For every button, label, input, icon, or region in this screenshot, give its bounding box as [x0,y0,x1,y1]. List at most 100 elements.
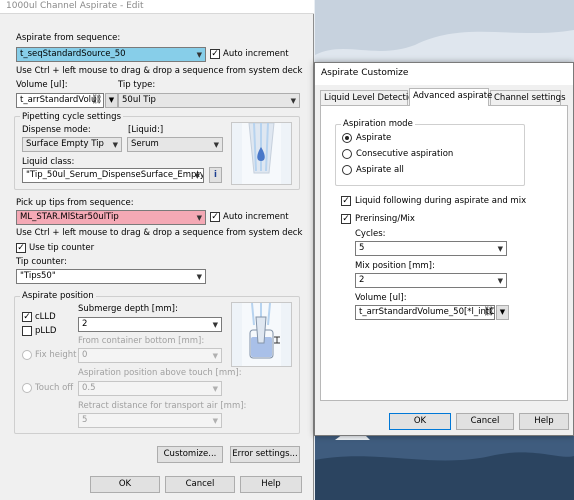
cancel-button[interactable]: Cancel [165,476,235,493]
mix-position-select[interactable]: 2 ▼ [355,273,507,288]
aspirate-edit-window: 1000ul Channel Aspirate - Edit Aspirate … [0,0,314,500]
mode-aspirate-all-radio[interactable] [342,165,352,175]
chevron-down-icon: ▼ [212,385,218,393]
tip-counter-value: "Tips50" [20,271,56,281]
advanced-aspirate-panel: Aspiration mode Aspirate Consecutive asp… [320,105,568,401]
tab-channel-settings[interactable]: Channel settings [490,90,566,105]
auto-increment-tips-checkbox[interactable]: ✓ [210,212,220,222]
link-icon[interactable]: ⛓ [483,307,494,317]
error-settings-button[interactable]: Error settings... [230,446,300,463]
aspirate-position-label: Aspirate position [20,291,96,301]
liquid-class-select[interactable]: "Tip_50ul_Serum_DispenseSurface_Empty" ▼ [22,168,204,183]
retract-value: 5 [82,415,88,425]
drag-hint: Use Ctrl + left mouse to drag & drop a s… [16,66,303,76]
mix-volume-value: t_arrStandardVolume_50[*l_intC [359,307,495,317]
from-bottom-value: 0 [82,350,88,360]
tip-counter-select[interactable]: "Tips50" ▼ [16,269,206,284]
chevron-down-icon: ▼ [497,277,503,285]
tip-type-select[interactable]: 50ul Tip ▼ [118,93,300,108]
liquid-following-checkbox[interactable]: ✓ [341,196,351,206]
prerinsing-checkbox[interactable]: ✓ [341,214,351,224]
above-touch-select[interactable]: 0.5 ▼ [78,381,222,396]
mix-position-value: 2 [359,275,365,285]
pickup-sequence-select[interactable]: ML_STAR.MlStar50ulTip ▼ [16,210,206,225]
ok-button[interactable]: OK [90,476,160,493]
chevron-down-icon: ▼ [499,308,506,316]
touch-off-radio[interactable] [22,383,32,393]
mix-position-label: Mix position [mm]: [355,261,435,271]
tab-liquid-level-detection[interactable]: Liquid Level Detection [320,90,419,105]
chevron-down-icon: ▼ [213,141,219,149]
auto-increment-checkbox[interactable]: ✓ [210,49,220,59]
submerge-illustration [231,302,292,367]
aspirate-sequence-select[interactable]: t_seqStandardSource_50 ▼ [16,47,206,62]
pipette-tip-icon [242,122,281,184]
link-icon[interactable]: ⛓ [91,95,102,105]
auto-increment-tips-label: Auto increment [223,212,289,222]
mode-aspirate-label: Aspirate [356,133,392,143]
auto-increment-label: Auto increment [223,49,289,59]
chevron-down-icon: ▼ [212,321,218,329]
tip-counter-label: Tip counter: [16,257,67,267]
volume-label: Volume [ul]: [16,80,68,90]
chevron-down-icon: ▼ [112,141,118,149]
liquid-class-info-button[interactable]: i [209,167,222,183]
fix-height-radio[interactable] [22,350,32,360]
prerinsing-label: Prerinsing/Mix [355,214,415,224]
volume-dropdown-button[interactable]: ▼ [105,93,118,108]
above-touch-value: 0.5 [82,383,96,393]
mode-consecutive-label: Consecutive aspiration [356,149,454,159]
dialog-title: Aspirate Customize [315,63,573,85]
above-touch-label: Aspiration position above touch [mm]: [78,368,242,378]
cycles-label: Cycles: [355,229,386,239]
liquid-class-label: Liquid class: [22,157,75,167]
tip-illustration [231,122,292,185]
help-button[interactable]: Help [240,476,302,493]
mix-volume-input[interactable]: t_arrStandardVolume_50[*l_intC [355,305,495,320]
dispense-mode-label: Dispense mode: [22,125,91,135]
aspirate-customize-dialog: Aspirate Customize Liquid Level Detectio… [314,62,574,436]
tip-type-label: Tip type: [118,80,156,90]
mix-volume-label: Volume [ul]: [355,293,407,303]
clld-checkbox[interactable]: ✓ [22,312,32,322]
chevron-down-icon: ▼ [108,96,115,104]
retract-label: Retract distance for transport air [mm]: [78,401,247,411]
mode-aspirate-all-label: Aspirate all [356,165,404,175]
window-title: 1000ul Channel Aspirate - Edit [0,0,314,14]
use-tip-counter-checkbox[interactable]: ✓ [16,243,26,253]
aspirate-from-sequence-label: Aspirate from sequence: [16,33,121,43]
cycles-value: 5 [359,243,365,253]
chevron-down-icon: ▼ [194,172,200,180]
from-bottom-select[interactable]: 0 ▼ [78,348,222,363]
drag-hint-tips: Use Ctrl + left mouse to drag & drop a s… [16,228,303,238]
mix-volume-dropdown-button[interactable]: ▼ [496,305,509,320]
dialog-ok-button[interactable]: OK [389,413,451,430]
pipetting-group-label: Pipetting cycle settings [20,112,124,122]
customize-button[interactable]: Customize... [157,446,223,463]
pickup-label: Pick up tips from sequence: [16,198,134,208]
plld-checkbox[interactable] [22,326,32,336]
liquid-following-label: Liquid following during aspirate and mix [355,196,527,206]
tip-type-value: 50ul Tip [122,95,156,105]
submerge-depth-select[interactable]: 2 ▼ [78,317,222,332]
liquid-value: Serum [131,139,159,149]
dialog-cancel-button[interactable]: Cancel [456,413,514,430]
chevron-down-icon: ▼ [196,51,202,59]
cycles-select[interactable]: 5 ▼ [355,241,507,256]
plld-label: pLLD [35,326,57,336]
dialog-help-button[interactable]: Help [519,413,569,430]
dispense-mode-select[interactable]: Surface Empty Tip ▼ [22,137,122,152]
mode-aspirate-radio[interactable] [342,133,352,143]
retract-select[interactable]: 5 ▼ [78,413,222,428]
chevron-down-icon: ▼ [290,97,296,105]
chevron-down-icon: ▼ [196,214,202,222]
pickup-sequence-value: ML_STAR.MlStar50ulTip [20,212,119,222]
mode-consecutive-radio[interactable] [342,149,352,159]
container-submerge-icon [242,302,281,366]
volume-value: t_arrStandardVolu [20,95,97,105]
chevron-down-icon: ▼ [497,245,503,253]
tab-advanced-aspirate[interactable]: Advanced aspirate [409,88,492,106]
chevron-down-icon: ▼ [212,352,218,360]
from-bottom-label: From container bottom [mm]: [78,336,205,346]
liquid-select[interactable]: Serum ▼ [127,137,223,152]
